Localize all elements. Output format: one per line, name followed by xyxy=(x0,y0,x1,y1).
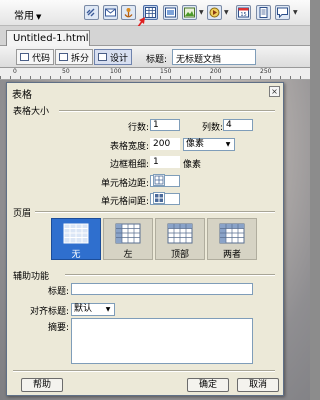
cell-padding-picker-icon[interactable] xyxy=(153,174,165,186)
accessibility-section-label: 辅助功能 xyxy=(13,272,50,282)
align-caption-label: 对齐标题: xyxy=(29,307,69,317)
dialog-title: 表格 xyxy=(12,90,32,101)
date-icon[interactable]: 15 xyxy=(236,5,251,20)
header-option-none[interactable]: 无 xyxy=(51,218,101,260)
ruler-tick-label: 100 xyxy=(110,68,122,75)
rows-input[interactable]: 1 xyxy=(150,119,180,131)
image-icon[interactable] xyxy=(182,5,197,20)
table-width-unit-select[interactable]: 像素 ▼ xyxy=(183,138,235,151)
rows-label: 行数: xyxy=(127,123,149,133)
header-option-both[interactable]: 两者 xyxy=(207,218,257,260)
split-view-button[interactable]: 拆分 xyxy=(55,49,94,65)
layer-icon[interactable] xyxy=(163,5,178,20)
caption-label: 标题: xyxy=(47,287,69,297)
insert-toolbar: 常用 ▼ ▼ ▼ 15 ▼ xyxy=(0,0,310,26)
header-option-label: 左 xyxy=(123,250,133,260)
svg-text:15: 15 xyxy=(240,12,246,18)
border-thickness-input[interactable]: 1 xyxy=(150,156,180,168)
cell-spacing-picker-icon[interactable] xyxy=(153,192,165,204)
cell-padding-label: 单元格边距: xyxy=(100,179,149,189)
email-icon[interactable] xyxy=(103,5,118,20)
design-view-button[interactable]: 设计 xyxy=(94,49,133,65)
header-top-icon xyxy=(167,223,193,244)
header-section-label: 页眉 xyxy=(13,209,32,219)
ruler-tick-label: 150 xyxy=(160,68,172,75)
table-width-input[interactable]: 200 xyxy=(150,138,180,150)
caption-input[interactable] xyxy=(71,283,253,295)
link-icon[interactable] xyxy=(84,5,99,20)
design-view-icon xyxy=(98,53,107,61)
chevron-down-icon: ▼ xyxy=(225,141,231,148)
cols-label: 列数: xyxy=(201,123,223,133)
document-tab[interactable]: Untitled-1.html xyxy=(6,30,90,46)
chevron-down-icon: ▼ xyxy=(105,306,111,313)
ruler-tick-label: 250 xyxy=(260,68,272,75)
section-divider xyxy=(13,370,275,372)
comment-icon[interactable] xyxy=(275,5,290,20)
document-toolbar: 代码 拆分 设计 标题: 无标题文档 xyxy=(0,46,310,68)
page-title-label: 标题: xyxy=(146,55,168,65)
code-view-icon xyxy=(20,53,29,61)
cell-spacing-label: 单元格间距: xyxy=(100,197,149,207)
help-button[interactable]: 帮助 xyxy=(21,378,63,392)
table-width-label: 表格宽度: xyxy=(109,142,149,152)
header-option-left[interactable]: 左 xyxy=(103,218,153,260)
code-view-button[interactable]: 代码 xyxy=(16,49,55,65)
section-divider xyxy=(59,110,275,112)
ruler-tick-label: 50 xyxy=(62,68,70,75)
media-dropdown-arrow[interactable]: ▼ xyxy=(224,9,229,16)
server-include-icon[interactable] xyxy=(256,5,271,20)
design-view-label: 设计 xyxy=(110,54,129,64)
document-tab-title: Untitled-1.html xyxy=(13,33,89,44)
split-view-label: 拆分 xyxy=(71,54,90,64)
header-option-label: 两者 xyxy=(222,250,241,260)
align-caption-value: 默认 xyxy=(74,304,93,314)
border-unit-label: 像素 xyxy=(183,160,202,170)
cancel-button[interactable]: 取消 xyxy=(237,378,279,392)
header-none-icon xyxy=(63,223,89,244)
chevron-down-icon: ▼ xyxy=(36,13,42,21)
header-option-label: 顶部 xyxy=(170,250,189,260)
ok-button[interactable]: 确定 xyxy=(187,378,229,392)
summary-textarea[interactable] xyxy=(71,318,253,364)
image-dropdown-arrow[interactable]: ▼ xyxy=(199,9,204,16)
ruler-tick-label: 0 xyxy=(13,68,17,75)
header-both-icon xyxy=(219,223,245,244)
border-thickness-label: 边框粗细: xyxy=(109,160,149,170)
close-icon[interactable]: × xyxy=(269,86,280,97)
section-divider xyxy=(35,211,275,213)
table-width-unit-value: 像素 xyxy=(186,139,205,149)
split-view-icon xyxy=(59,53,68,61)
header-option-label: 无 xyxy=(71,250,81,260)
table-dialog: 表格 × 表格大小 行数: 1 列数: 4 表格宽度: 200 像素 ▼ 边框粗… xyxy=(6,82,284,396)
ruler-tick-label: 200 xyxy=(210,68,222,75)
insert-category-label: 常用 xyxy=(14,11,34,22)
media-icon[interactable] xyxy=(207,5,222,20)
summary-label: 摘要: xyxy=(47,323,69,333)
cols-input[interactable]: 4 xyxy=(223,119,253,131)
header-option-top[interactable]: 顶部 xyxy=(155,218,205,260)
document-tab-bar: Untitled-1.html xyxy=(0,26,310,46)
insert-category-dropdown[interactable]: 常用 ▼ xyxy=(10,6,45,22)
header-left-icon xyxy=(115,223,141,244)
section-divider xyxy=(65,274,275,276)
align-caption-select[interactable]: 默认 ▼ xyxy=(71,303,115,316)
ruler: 0 50 100 150 200 250 xyxy=(0,68,310,80)
table-size-section-label: 表格大小 xyxy=(13,107,50,117)
page-title-input[interactable]: 无标题文档 xyxy=(172,49,256,65)
comment-dropdown-arrow[interactable]: ▼ xyxy=(293,9,298,16)
code-view-label: 代码 xyxy=(32,54,51,64)
